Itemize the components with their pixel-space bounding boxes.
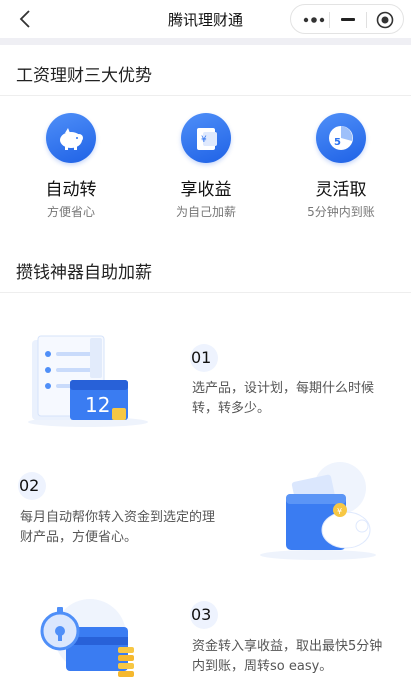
section-title-advantages: 工资理财三大优势 [16,66,152,86]
menu-capsule [290,4,404,34]
wallet-piggy-illustration: ¥ [260,462,376,560]
capsule-divider [329,12,330,28]
svg-text:¥: ¥ [201,135,207,145]
advantage-name: 灵活取 [315,180,367,200]
step-description: 选产品，设计划，每期什么时候转，转多少。 [192,381,375,416]
header-separator [0,38,411,45]
svg-text:5: 5 [334,137,341,148]
stopwatch-card-illustration [40,599,134,677]
svg-text:¥: ¥ [337,507,342,516]
advantage-name: 享收益 [180,180,232,200]
step-number: 01 [190,344,218,372]
advantage-desc: 为自己加薪 [175,205,236,219]
yen-bill-icon: ¥ [181,113,231,163]
piggy-bank-icon [46,113,96,163]
nav-bar: 腾讯理财通 [0,0,411,38]
close-target-icon[interactable] [376,11,394,29]
step-description: 每月自动帮你转入资金到选定的理财产品，方便省心。 [20,510,216,545]
advantage-item-earn: ¥ 享收益 为自己加薪 [141,113,271,220]
step-number: 03 [190,601,218,629]
clock-5-icon: 5 [316,113,366,163]
advantage-item-flexible: 5 灵活取 5分钟内到账 [276,113,406,220]
more-dots-icon[interactable] [303,17,325,23]
advantage-name: 自动转 [45,180,97,200]
step-number: 02 [18,472,46,500]
step-description: 资金转入享收益，取出最快5分钟内到账，周转so easy。 [192,639,383,674]
advantage-desc: 方便省心 [46,205,95,219]
minimize-icon[interactable] [341,18,355,21]
section-divider [0,292,411,293]
section-divider [0,95,411,96]
calendar-day: 12 [85,393,110,417]
capsule-divider [366,12,367,28]
section-title-savings: 攒钱神器自助加薪 [16,263,152,283]
advantage-item-auto: 自动转 方便省心 [6,113,136,220]
calendar-checklist-illustration: 12 [28,335,148,427]
advantage-desc: 5分钟内到账 [307,205,375,219]
